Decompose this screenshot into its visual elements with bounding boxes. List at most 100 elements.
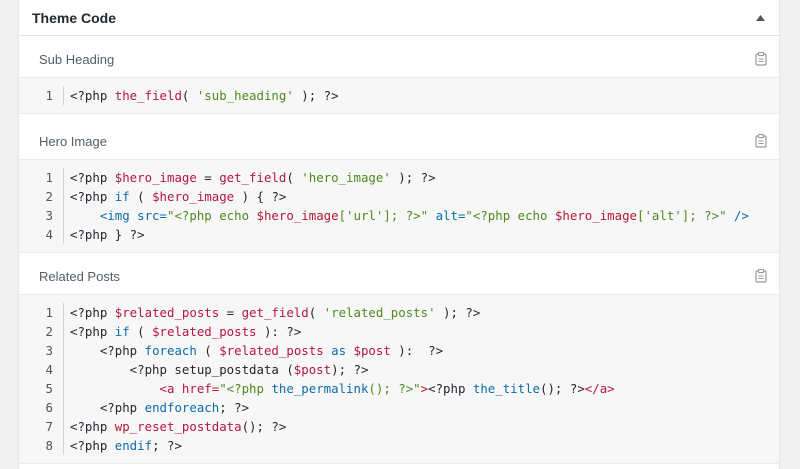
code-token: ); ?> [390,170,436,185]
code-token: 'hero_image' [301,170,391,185]
code-token: ); ?> [331,362,369,377]
section-label: Related Posts [39,268,120,284]
panel-title: Theme Code [32,9,117,26]
code-text: <?php foreach ( $related_posts as $post … [70,343,443,358]
code-token: <?php [70,305,115,320]
code-token: <img src= [99,208,167,223]
code-token: ( [286,170,302,185]
code-token: ( [129,324,153,339]
code-token: "<?php echo [166,208,257,223]
line-number: 2 [45,324,53,339]
clipboard-icon [755,52,767,66]
code-token: <?php [70,189,115,204]
triangle-up-icon [755,14,765,21]
code-token: the_permalink [271,381,369,396]
code-token: endif [114,438,153,453]
code-token: ); ?> [435,305,481,320]
code-token: <?php [70,343,145,358]
code-token: ; ?> [219,400,250,415]
section-related-posts: Related Posts 1 <?php $related_posts = ge… [19,258,779,464]
code-text: <?php $related_posts = get_field( 'relat… [70,305,480,320]
code-token: "<?php [219,381,272,396]
code-text: <?php setup_postdata ($post); ?> [70,362,369,377]
code-token: the_field [114,88,182,103]
code-token: $hero_image [114,170,197,185]
code-line: 1 <?php $related_posts = get_field( 'rela… [19,303,779,322]
copy-button[interactable] [753,268,769,284]
code-token: the_title [472,381,541,396]
gutter-divider [63,417,64,436]
line-number: 4 [45,362,53,377]
gutter-divider [63,322,64,341]
code-token: $related_posts [152,324,257,339]
code-token: get_field [219,170,287,185]
copy-button[interactable] [753,133,769,149]
code-token: ['url']; ?>" [338,208,429,223]
code-token: <?php setup_postdata ( [70,362,294,377]
code-block[interactable]: 1 <?php $related_posts = get_field( 'rela… [19,294,779,464]
code-token: 'related_posts' [323,305,436,320]
code-token: get_field [241,305,309,320]
code-token: "<?php echo [465,208,555,223]
line-number: 1 [45,305,53,320]
code-text: <?php } ?> [70,227,145,242]
section-label: Hero Image [39,133,107,149]
code-line: 1 <?php $hero_image = get_field( 'hero_im… [19,168,779,187]
code-text: <?php $hero_image = get_field( 'hero_ima… [70,170,436,185]
code-line: 4 <?php setup_postdata ($post); ?> [19,360,779,379]
copy-button[interactable] [753,51,769,67]
code-line: 3 <?php foreach ( $related_posts as $pos… [19,341,779,360]
code-token: <?php [70,419,115,434]
code-token: ; ?> [152,438,182,453]
section-header: Hero Image [19,123,779,159]
code-token: <a href= [159,381,220,396]
line-number: 2 [45,189,53,204]
code-token: ): ?> [390,343,444,358]
code-block[interactable]: 1 <?php $hero_image = get_field( 'hero_im… [19,159,779,253]
code-line: 4 <?php } ?> [19,225,779,244]
gutter-divider [63,225,64,244]
code-line: 8 <?php endif; ?> [19,436,779,455]
code-token: ): ?> [256,324,302,339]
code-token: </a> [584,381,615,396]
code-token: alt= [428,208,466,223]
line-number: 4 [45,227,53,242]
code-token: = [219,305,242,320]
code-token: $hero_image [256,208,339,223]
code-token: <?php [70,400,145,415]
code-token: (); ?> [241,419,287,434]
code-text: <?php endforeach; ?> [70,400,249,415]
code-token: <?php [70,324,115,339]
collapse-toggle[interactable] [753,11,767,25]
code-text: <?php endif; ?> [70,438,182,453]
line-number: 3 [45,208,53,223]
theme-code-panel: Theme Code Sub Heading 1 <?php the_field(… [18,0,780,469]
code-token: ( [196,343,220,358]
gutter-divider [63,360,64,379]
code-token: <?php } ?> [70,227,145,242]
gutter-divider [63,303,64,322]
section-sub-heading: Sub Heading 1 <?php the_field( 'sub_headi… [19,41,779,114]
code-token: (); ?> [540,381,585,396]
code-token: foreach [144,343,197,358]
code-token: <?php [70,170,115,185]
code-block[interactable]: 1 <?php the_field( 'sub_heading' ); ?> [19,77,779,114]
code-text: <?php wp_reset_postdata(); ?> [70,419,286,434]
code-token: wp_reset_postdata [114,419,242,434]
line-number: 1 [45,170,53,185]
code-text: <?php if ( $hero_image ) { ?> [70,189,286,204]
code-token: = [196,170,220,185]
code-token: $related_posts [219,343,324,358]
gutter-divider [63,379,64,398]
section-label: Sub Heading [39,51,115,67]
code-token: $post [353,343,391,358]
code-line: 2 <?php if ( $hero_image ) { ?> [19,187,779,206]
gutter-divider [63,436,64,455]
gutter-divider [63,398,64,417]
gutter-divider [63,206,64,225]
code-token: <?php [70,88,115,103]
code-text: <a href="<?php the_permalink(); ?>"><?ph… [70,381,615,396]
code-line: 7 <?php wp_reset_postdata(); ?> [19,417,779,436]
code-token: $related_posts [114,305,220,320]
